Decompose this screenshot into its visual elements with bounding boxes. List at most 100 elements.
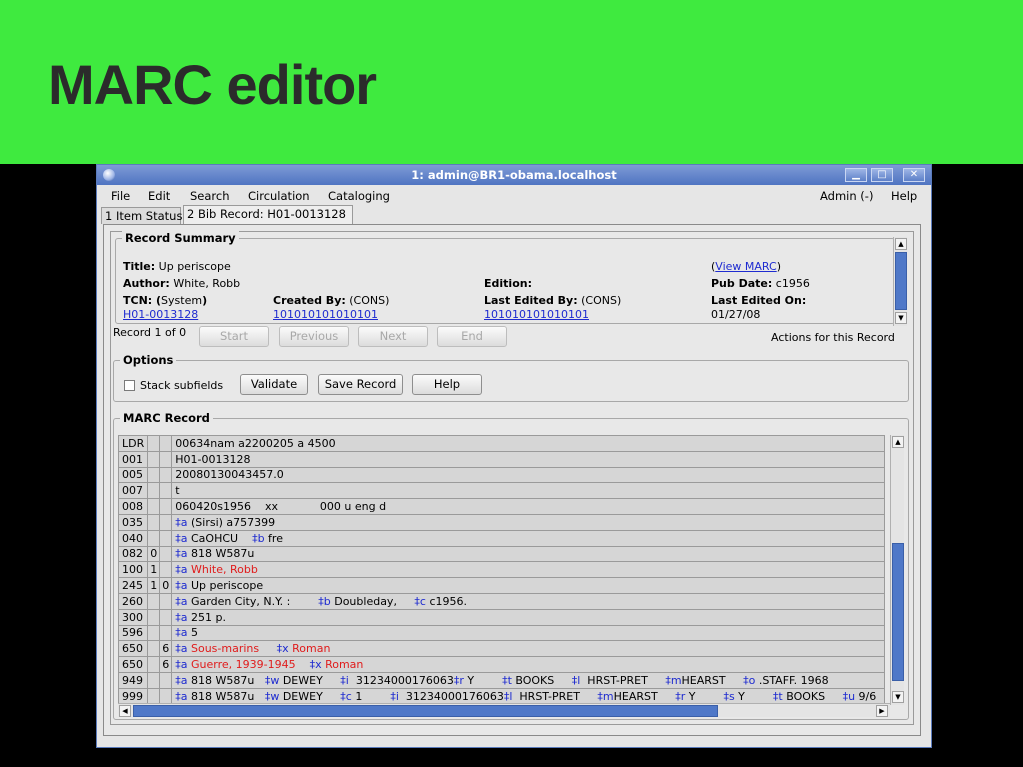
marc-ind2-cell[interactable]	[159, 498, 173, 515]
marc-value-cell[interactable]: ‡a 251 p.	[171, 608, 886, 626]
marc-value-cell[interactable]: ‡a Guerre, 1939-1945 ‡x Roman	[171, 656, 886, 673]
marc-row[interactable]: 100 1 ‡a White, Robb	[118, 561, 886, 579]
marc-ind2-cell[interactable]	[159, 450, 173, 468]
menu-file[interactable]: File	[111, 189, 130, 203]
marc-ind2-cell[interactable]	[159, 561, 173, 579]
help-button[interactable]: Help	[412, 374, 482, 395]
marc-ind1-cell[interactable]	[147, 466, 161, 484]
marc-value-cell[interactable]: 00634nam a2200205 a 4500	[171, 435, 886, 452]
scroll-down-icon[interactable]: ▼	[895, 312, 907, 324]
marc-vscroll-thumb[interactable]	[892, 543, 904, 681]
marc-tag-cell[interactable]: 999	[118, 687, 149, 705]
previous-button[interactable]: Previous	[279, 326, 349, 347]
marc-value-cell[interactable]: ‡a (Sirsi) a757399	[171, 513, 886, 531]
marc-ind1-cell[interactable]: 1	[147, 577, 161, 594]
marc-scroll-right-icon[interactable]: ▶	[876, 705, 888, 717]
created-by-link[interactable]: 101010101010101	[273, 308, 378, 321]
minimize-button[interactable]: ▁	[845, 168, 867, 182]
menu-cataloging[interactable]: Cataloging	[328, 189, 390, 203]
marc-row[interactable]: 008 060420s1956 xx 000 u eng d	[118, 498, 886, 515]
marc-tag-cell[interactable]: 082	[118, 545, 149, 563]
marc-row[interactable]: 949 ‡a 818 W587u ‡w DEWEY ‡i 312340001760…	[118, 671, 886, 689]
window-titlebar[interactable]: 1: admin@BR1-obama.localhost ▁ □ ✕	[97, 165, 931, 185]
stack-subfields-checkbox[interactable]	[124, 380, 135, 391]
marc-tag-cell[interactable]: 005	[118, 466, 149, 484]
marc-ind2-cell[interactable]	[159, 608, 173, 626]
start-button[interactable]: Start	[199, 326, 269, 347]
validate-button[interactable]: Validate	[240, 374, 308, 395]
close-button[interactable]: ✕	[903, 168, 925, 182]
marc-value-cell[interactable]: H01-0013128	[171, 450, 886, 468]
marc-value-cell[interactable]: ‡a 818 W587u ‡w DEWEY ‡i 31234000176063‡…	[171, 671, 886, 689]
marc-tag-cell[interactable]: 007	[118, 482, 149, 500]
marc-value-cell[interactable]: t	[171, 482, 886, 500]
marc-ind1-cell[interactable]	[147, 450, 161, 468]
marc-value-cell[interactable]: ‡a 5	[171, 624, 886, 642]
last-edited-by-link[interactable]: 101010101010101	[484, 308, 589, 321]
marc-tag-cell[interactable]: 245	[118, 577, 149, 594]
marc-ind1-cell[interactable]	[147, 513, 161, 531]
marc-ind2-cell[interactable]: 0	[159, 577, 173, 594]
marc-row[interactable]: 082 0 ‡a 818 W587u	[118, 545, 886, 563]
marc-value-cell[interactable]: ‡a Garden City, N.Y. : ‡b Doubleday, ‡c …	[171, 592, 886, 610]
marc-tag-cell[interactable]: 596	[118, 624, 149, 642]
scroll-up-icon[interactable]: ▲	[895, 238, 907, 250]
menu-edit[interactable]: Edit	[148, 189, 170, 203]
marc-ind2-cell[interactable]	[159, 545, 173, 563]
marc-ind1-cell[interactable]: 0	[147, 545, 161, 563]
save-record-button[interactable]: Save Record	[318, 374, 403, 395]
marc-ind2-cell[interactable]: 6	[159, 656, 173, 673]
marc-tag-cell[interactable]: 035	[118, 513, 149, 531]
marc-tag-cell[interactable]: LDR	[118, 435, 149, 452]
marc-row[interactable]: 596 ‡a 5	[118, 624, 886, 642]
scroll-thumb[interactable]	[895, 252, 907, 310]
marc-row[interactable]: LDR 00634nam a2200205 a 4500	[118, 435, 886, 452]
marc-ind2-cell[interactable]: 6	[159, 640, 173, 658]
end-button[interactable]: End	[437, 326, 507, 347]
marc-tag-cell[interactable]: 300	[118, 608, 149, 626]
marc-tag-cell[interactable]: 650	[118, 656, 149, 673]
next-button[interactable]: Next	[358, 326, 428, 347]
marc-ind1-cell[interactable]	[147, 482, 161, 500]
marc-scroll-down-icon[interactable]: ▼	[892, 691, 904, 703]
marc-hscrollbar[interactable]: ◀ ▶	[118, 703, 890, 717]
marc-ind2-cell[interactable]	[159, 624, 173, 642]
marc-row[interactable]: 650 6 ‡a Sous-marins ‡x Roman	[118, 640, 886, 658]
marc-value-cell[interactable]: 060420s1956 xx 000 u eng d	[171, 498, 886, 515]
marc-ind1-cell[interactable]	[147, 656, 161, 673]
actions-menu[interactable]: Actions for this Record	[771, 331, 895, 344]
menu-admin[interactable]: Admin (-)	[820, 189, 873, 203]
menu-circulation[interactable]: Circulation	[248, 189, 310, 203]
marc-row[interactable]: 001 H01-0013128	[118, 450, 886, 468]
marc-value-cell[interactable]: ‡a 818 W587u ‡w DEWEY ‡c 1 ‡i 3123400017…	[171, 687, 886, 705]
marc-ind2-cell[interactable]	[159, 529, 173, 547]
marc-row[interactable]: 300 ‡a 251 p.	[118, 608, 886, 626]
marc-ind2-cell[interactable]	[159, 435, 173, 452]
marc-ind2-cell[interactable]	[159, 592, 173, 610]
marc-ind1-cell[interactable]	[147, 624, 161, 642]
marc-row[interactable]: 005 20080130043457.0	[118, 466, 886, 484]
tcn-link[interactable]: H01-0013128	[123, 308, 198, 321]
marc-ind1-cell[interactable]: 1	[147, 561, 161, 579]
marc-tag-cell[interactable]: 008	[118, 498, 149, 515]
marc-value-cell[interactable]: ‡a CaOHCU ‡b fre	[171, 529, 886, 547]
marc-ind1-cell[interactable]	[147, 671, 161, 689]
menu-search[interactable]: Search	[190, 189, 230, 203]
marc-ind1-cell[interactable]	[147, 608, 161, 626]
marc-value-cell[interactable]: ‡a White, Robb	[171, 561, 886, 579]
marc-value-cell[interactable]: ‡a Up periscope	[171, 577, 886, 594]
marc-value-cell[interactable]: ‡a 818 W587u	[171, 545, 886, 563]
marc-ind1-cell[interactable]	[147, 435, 161, 452]
marc-row[interactable]: 035 ‡a (Sirsi) a757399	[118, 513, 886, 531]
marc-ind2-cell[interactable]	[159, 466, 173, 484]
marc-row[interactable]: 007 t	[118, 482, 886, 500]
marc-hscroll-thumb[interactable]	[133, 705, 718, 717]
marc-value-cell[interactable]: ‡a Sous-marins ‡x Roman	[171, 640, 886, 658]
marc-tag-cell[interactable]: 040	[118, 529, 149, 547]
marc-value-cell[interactable]: 20080130043457.0	[171, 466, 886, 484]
marc-ind2-cell[interactable]	[159, 513, 173, 531]
marc-vscrollbar[interactable]: ▲ ▼	[890, 435, 904, 705]
marc-tag-cell[interactable]: 949	[118, 671, 149, 689]
marc-scroll-left-icon[interactable]: ◀	[119, 705, 131, 717]
marc-ind1-cell[interactable]	[147, 592, 161, 610]
